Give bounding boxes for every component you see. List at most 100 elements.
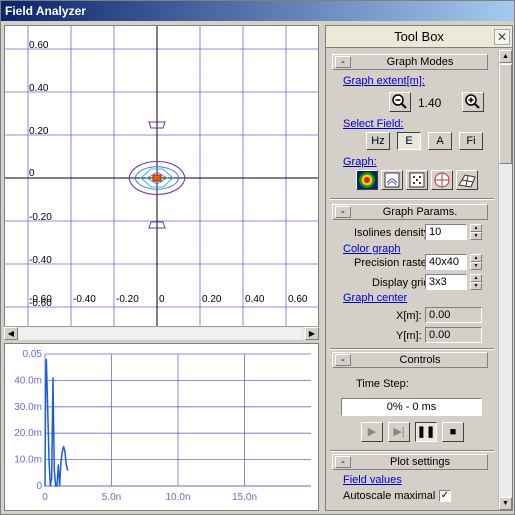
signal-data-point: [55, 485, 57, 487]
y-tick-label: 0.20: [29, 126, 49, 137]
isolines-density-spinner[interactable]: ▲ ▼: [470, 224, 482, 240]
x-tick-label: 0.40: [245, 294, 265, 305]
time-step-label: Time Step:: [356, 378, 409, 390]
x-tick-label: -0.20: [116, 294, 139, 305]
signal-data-point: [53, 469, 55, 471]
isolines-icon: [384, 172, 400, 188]
signal-data-point: [65, 464, 67, 466]
horizontal-scrollbar[interactable]: ◀ ▶: [4, 326, 319, 340]
scroll-thumb[interactable]: [19, 328, 301, 339]
isolines-density-input[interactable]: 10: [425, 224, 467, 240]
y-tick-label: 0.40: [29, 83, 49, 94]
signal-data-point: [48, 459, 50, 461]
signal-data-point: [51, 427, 53, 429]
surface-3d-icon: [458, 174, 476, 188]
signal-data-point: [45, 358, 47, 360]
controls-header[interactable]: - Controls: [332, 352, 488, 368]
y-center-input[interactable]: 0.00: [425, 327, 482, 343]
graph-params-header[interactable]: - Graph Params.: [332, 204, 488, 220]
precision-raster-input[interactable]: 40x40: [425, 254, 467, 270]
field-plot-canvas[interactable]: 0.600.400.200-0.20-0.40-0.60-0.60 -0.40 -0…: [5, 26, 318, 326]
zoom-out-icon: [392, 94, 407, 109]
step-forward-button[interactable]: ▶|: [388, 422, 410, 442]
zoom-out-button[interactable]: [389, 92, 411, 112]
graph-center-link[interactable]: Graph center: [343, 292, 407, 304]
divider: [330, 198, 494, 200]
toolbox-scroll-thumb[interactable]: [499, 64, 512, 164]
stop-button[interactable]: ■: [442, 422, 464, 442]
plot-settings-header[interactable]: - Plot settings: [332, 454, 488, 470]
graph-color-map-button[interactable]: [356, 170, 378, 190]
stop-icon: ■: [449, 426, 457, 438]
time-y-tick-label: 0: [36, 481, 42, 492]
field-values-link[interactable]: Field values: [343, 474, 402, 486]
spin-down-icon[interactable]: ▼: [470, 282, 482, 290]
signal-data-point: [45, 379, 47, 381]
spin-up-icon[interactable]: ▲: [470, 274, 482, 282]
field-button-a[interactable]: A: [428, 132, 452, 150]
scroll-up-button[interactable]: ▲: [499, 50, 512, 63]
time-y-tick-label: 40.0m: [14, 375, 42, 386]
signal-data-point: [47, 406, 49, 408]
spin-down-icon[interactable]: ▼: [470, 232, 482, 240]
color-map-icon: [359, 172, 375, 188]
autoscale-label: Autoscale maximal: [343, 490, 436, 502]
graph-3d-button[interactable]: [456, 170, 478, 190]
collapse-controls-button[interactable]: -: [335, 354, 351, 366]
spin-up-icon[interactable]: ▲: [470, 224, 482, 232]
precision-raster-label: Precision raster:: [354, 257, 434, 269]
color-graph-link[interactable]: Color graph: [343, 243, 400, 255]
collapse-graph-params-button[interactable]: -: [335, 206, 351, 218]
field-plot[interactable]: 0.60 0.40 0.20 0 -0.20 -0.40 -0.60 -0.60 -0.40 -0…: [4, 25, 319, 339]
graph-vectors-button[interactable]: [406, 170, 428, 190]
graph-type-link[interactable]: Graph:: [343, 156, 377, 168]
toolbox-scrollbar[interactable]: ▲ ▼: [498, 50, 512, 510]
y-center-label: Y[m]:: [396, 330, 422, 342]
controls-title: Controls: [399, 354, 441, 366]
field-button-hz[interactable]: Hz: [366, 132, 390, 150]
graph-polar-button[interactable]: [431, 170, 453, 190]
select-field-link[interactable]: Select Field:: [343, 118, 404, 130]
collapse-graph-modes-button[interactable]: -: [335, 56, 351, 68]
display-grid-label: Display grid:: [372, 277, 433, 289]
x-center-input[interactable]: 0.00: [425, 307, 482, 323]
time-x-tick-label: 15.0n: [232, 492, 257, 503]
close-icon[interactable]: ✕: [494, 29, 510, 45]
scroll-right-button[interactable]: ▶: [305, 327, 319, 340]
collapse-plot-settings-button[interactable]: -: [335, 456, 351, 468]
field-button-fi[interactable]: Fi: [459, 132, 483, 150]
time-y-tick-label: 30.0m: [14, 402, 42, 413]
autoscale-checkbox[interactable]: ✓: [439, 490, 451, 502]
graph-isolines-button[interactable]: [381, 170, 403, 190]
pause-icon: ❚❚: [416, 426, 436, 438]
divider: [330, 348, 494, 350]
play-button[interactable]: ▶: [361, 422, 383, 442]
isolines-density-label: Isolines density:: [354, 227, 433, 239]
spin-down-icon[interactable]: ▼: [470, 262, 482, 270]
display-grid-input[interactable]: 3x3: [425, 274, 467, 290]
graph-modes-header[interactable]: - Graph Modes: [332, 54, 488, 70]
graph-extent-link[interactable]: Graph extent[m]:: [343, 75, 425, 87]
time-step-progress-text: 0% - 0 ms: [386, 401, 437, 413]
field-button-e[interactable]: E: [397, 132, 421, 150]
zoom-in-button[interactable]: [462, 92, 484, 112]
x-tick-label: 0: [159, 294, 165, 305]
display-grid-spinner[interactable]: ▲ ▼: [470, 274, 482, 290]
precision-raster-spinner[interactable]: ▲ ▼: [470, 254, 482, 270]
signal-data-point: [53, 427, 55, 429]
signal-data-point: [56, 485, 58, 487]
pause-button[interactable]: ❚❚: [415, 422, 437, 442]
signal-data-point: [59, 485, 61, 487]
step-forward-icon: ▶|: [393, 426, 405, 438]
time-x-tick-label: 0: [42, 492, 48, 503]
time-y-tick-label: 20.0m: [14, 428, 42, 439]
toolbox-title: Tool Box: [394, 29, 444, 44]
scroll-down-button[interactable]: ▼: [499, 497, 512, 510]
y-tick-label: -0.40: [29, 255, 52, 266]
scroll-left-button[interactable]: ◀: [4, 327, 18, 340]
toolbox-panel: Tool Box ✕ ▲ ▼ - Graph Modes Graph exten…: [325, 25, 513, 511]
time-y-tick-label: 0.05: [23, 349, 43, 360]
toolbox-header: Tool Box ✕: [326, 26, 512, 48]
polar-icon: [434, 172, 450, 188]
spin-up-icon[interactable]: ▲: [470, 254, 482, 262]
